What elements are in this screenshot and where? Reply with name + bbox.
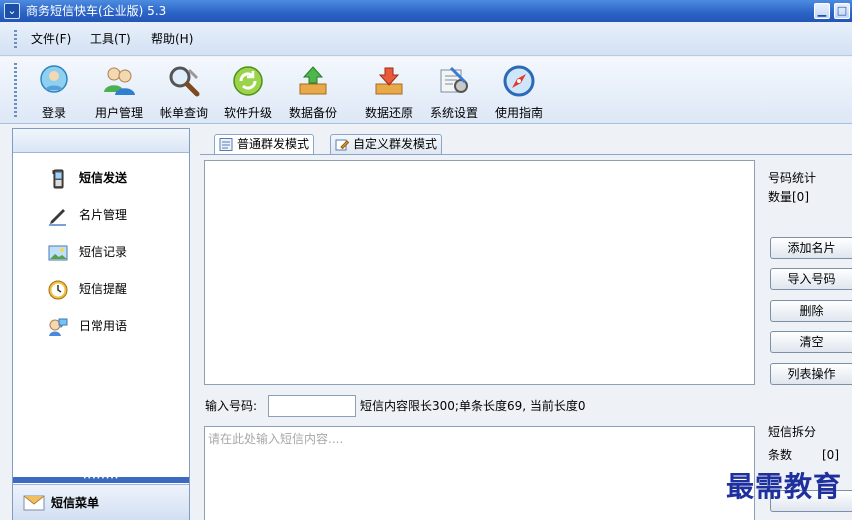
menu-bar: 文件(F) 工具(T) 帮助(H) (0, 22, 852, 56)
backup-icon (299, 66, 327, 95)
menu-file[interactable]: 文件(F) (31, 31, 71, 47)
envelope-icon (23, 495, 45, 511)
menu-grip[interactable] (14, 30, 17, 48)
sidebar-item-label: 名片管理 (79, 208, 128, 222)
user-management-button[interactable]: 用户管理 (90, 61, 148, 121)
bill-query-button[interactable]: 帐单查询 (155, 61, 213, 121)
system-settings-label: 系统设置 (429, 106, 478, 120)
clear-button[interactable]: 清空 (770, 331, 852, 353)
add-card-button[interactable]: 添加名片 (770, 237, 852, 259)
backup-label: 数据备份 (288, 106, 337, 120)
login-icon (40, 65, 68, 93)
toolbar-grip[interactable] (14, 63, 17, 117)
sidebar-item-sms-record[interactable]: 短信记录 (13, 237, 189, 267)
tab-underline (200, 154, 852, 155)
sidebar-item-daily-phrases[interactable]: 日常用语 (13, 311, 189, 341)
title-bar[interactable]: ⌄ 商务短信快车(企业版) 5.3 ▁ □ (0, 0, 852, 22)
menu-tools[interactable]: 工具(T) (90, 31, 131, 47)
number-count: 数量[0] (768, 190, 809, 204)
tab-label: 自定义群发模式 (353, 137, 438, 151)
sidebar-footer-label: 短信菜单 (51, 496, 100, 510)
user-guide-label: 使用指南 (494, 106, 543, 120)
sidebar-footer-sms-menu[interactable]: 短信菜单 (13, 484, 189, 520)
compass-icon (503, 65, 535, 97)
phone-icon (52, 169, 64, 189)
app-menu-chevron-icon[interactable]: ⌄ (4, 3, 20, 19)
bill-query-label: 帐单查询 (159, 106, 208, 120)
login-label: 登录 (41, 106, 66, 120)
restore-icon (375, 67, 403, 95)
restore-button[interactable]: 数据还原 (360, 61, 418, 121)
sidebar-item-sms-reminder[interactable]: 短信提醒 (13, 274, 189, 304)
chat-icon (49, 318, 68, 336)
minimize-button[interactable]: ▁ (814, 3, 830, 19)
users-icon (104, 67, 135, 95)
watermark-logo: 最需教育 (726, 470, 843, 503)
user-guide-button[interactable]: 使用指南 (490, 61, 548, 121)
sidebar-item-label: 日常用语 (79, 319, 128, 333)
upgrade-label: 软件升级 (223, 106, 272, 120)
sms-split-title: 短信拆分 (768, 425, 817, 439)
sidebar-header (13, 129, 189, 153)
main-panel: 普通群发模式 自定义群发模式 号码统计 数量[0] 添加名片 导入号码 删除 清… (192, 128, 852, 520)
document-icon (219, 138, 233, 151)
import-numbers-button[interactable]: 导入号码 (770, 268, 852, 290)
sidebar-item-card-management[interactable]: 名片管理 (13, 200, 189, 230)
tab-custom-mass-send[interactable]: 自定义群发模式 (330, 134, 443, 154)
login-button[interactable]: 登录 (32, 61, 76, 121)
phone-input-label: 输入号码: (205, 399, 258, 413)
clock-icon (48, 280, 68, 300)
sidebar-item-label: 短信发送 (79, 171, 128, 185)
backup-button[interactable]: 数据备份 (284, 61, 342, 121)
sms-content-input[interactable] (204, 426, 755, 520)
upgrade-button[interactable]: 软件升级 (219, 61, 277, 121)
system-settings-button[interactable]: 系统设置 (425, 61, 483, 121)
recipient-list[interactable] (204, 160, 755, 385)
sidebar: 短信发送 名片管理 短信记录 短信提醒 日常用语 •••••••• 短信菜单 (12, 128, 190, 520)
edit-document-icon (335, 139, 349, 151)
user-management-label: 用户管理 (94, 106, 143, 120)
image-record-icon (48, 245, 68, 261)
window-title: 商务短信快车(企业版) 5.3 (26, 4, 167, 18)
sidebar-item-sms-send[interactable]: 短信发送 (13, 163, 189, 193)
tab-normal-mass-send[interactable]: 普通群发模式 (214, 134, 315, 154)
splitter-grip-dots: •••••••• (83, 475, 120, 482)
phone-input[interactable] (268, 395, 356, 417)
split-count-label: 条数 (768, 448, 793, 462)
maximize-button[interactable]: □ (834, 3, 850, 19)
menu-help[interactable]: 帮助(H) (151, 31, 193, 47)
upgrade-icon (233, 66, 263, 96)
delete-button[interactable]: 删除 (770, 300, 852, 322)
sidebar-item-label: 短信记录 (79, 245, 128, 259)
split-count-value: [0] (822, 448, 839, 462)
number-stats-title: 号码统计 (768, 171, 817, 185)
content-limit-text: 短信内容限长300;单条长度69, 当前长度0 (360, 399, 586, 413)
restore-label: 数据还原 (364, 106, 413, 120)
tab-label: 普通群发模式 (237, 137, 310, 151)
settings-icon (440, 66, 468, 93)
sidebar-item-label: 短信提醒 (79, 282, 128, 296)
list-operations-button[interactable]: 列表操作 (770, 363, 852, 385)
toolbar: 登录 用户管理 帐单查询 软件升级 数据备份 数据还原 系统设置 使用指南 (0, 57, 852, 150)
pen-icon (49, 209, 66, 226)
bill-query-icon (169, 66, 200, 97)
